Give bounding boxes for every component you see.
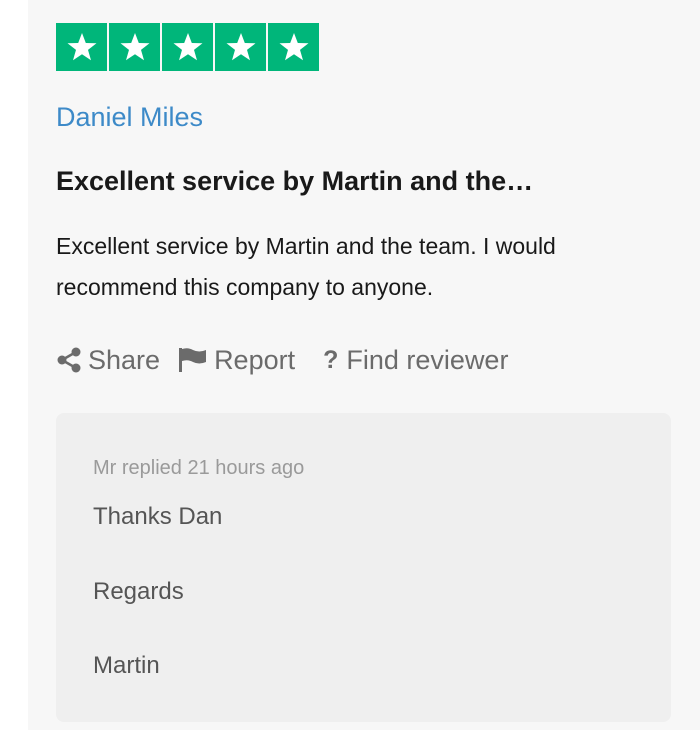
share-icon bbox=[56, 347, 82, 373]
reply-meta: Mr replied 21 hours ago bbox=[93, 457, 305, 479]
review-title: Excellent service by Martin and the… bbox=[56, 166, 534, 196]
review-actions: Share Report ? Find reviewer bbox=[56, 340, 508, 380]
reviewer-name-link[interactable]: Daniel Miles bbox=[56, 100, 203, 134]
share-button[interactable]: Share bbox=[56, 345, 160, 376]
share-label: Share bbox=[88, 344, 161, 375]
star-icon bbox=[162, 23, 213, 71]
report-button[interactable]: Report bbox=[178, 345, 295, 376]
review-card: Daniel Miles Excellent service by Martin… bbox=[28, 0, 700, 730]
star-icon bbox=[268, 23, 319, 71]
reply-line: Regards bbox=[93, 578, 184, 605]
reply-line: Martin bbox=[93, 652, 160, 679]
flag-icon bbox=[178, 347, 208, 373]
company-reply: Mr replied 21 hours ago Thanks Dan Regar… bbox=[56, 413, 671, 722]
report-label: Report bbox=[214, 344, 296, 375]
review-body: Excellent service by Martin and the team… bbox=[56, 233, 556, 300]
star-icon bbox=[109, 23, 160, 71]
star-rating bbox=[56, 23, 319, 71]
find-reviewer-label: Find reviewer bbox=[346, 344, 509, 375]
star-icon bbox=[56, 23, 107, 71]
reply-line: Thanks Dan bbox=[93, 503, 223, 530]
find-reviewer-button[interactable]: ? Find reviewer bbox=[323, 345, 508, 376]
star-icon bbox=[215, 23, 266, 71]
question-icon: ? bbox=[323, 345, 339, 374]
